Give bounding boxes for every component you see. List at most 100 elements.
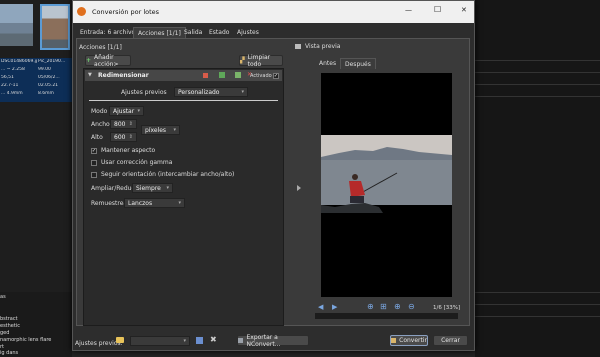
keep-aspect-checkbox[interactable]: ✓ Mantener aspecto: [91, 147, 155, 154]
table-cell: 22.7-11: [1, 83, 19, 88]
enlarge-select[interactable]: Siempre ▾: [132, 183, 173, 193]
preview-tabs: Antes Después: [315, 58, 465, 69]
height-value: 600: [114, 133, 126, 141]
tab-estado[interactable]: Estado: [205, 27, 233, 38]
photo-sea: [321, 160, 452, 205]
convert-label: Convertir: [399, 337, 427, 344]
checkbox-box[interactable]: [91, 171, 97, 178]
app-logo-icon: [77, 7, 86, 16]
fit-icon[interactable]: ⊞: [380, 302, 387, 311]
chevron-down-icon: ▾: [178, 200, 181, 206]
prev-icon[interactable]: ◀: [318, 303, 323, 311]
export-nconvert-button[interactable]: Exportar a NConvert...: [237, 334, 309, 348]
height-label: Alto: [91, 134, 103, 141]
actions-header: Acciones [1/1]: [79, 44, 122, 51]
presets-value: Personalizado: [178, 88, 220, 96]
tab-ajustes[interactable]: Ajustes: [233, 27, 263, 38]
photo-trousers: [350, 196, 364, 203]
save-icon[interactable]: [196, 337, 203, 344]
tab-before[interactable]: Antes: [315, 58, 340, 69]
chevron-down-icon: ▾: [173, 127, 176, 133]
table-cell: ... 4.9mm: [1, 91, 23, 96]
checkbox-box[interactable]: ✓: [91, 147, 97, 154]
broom-icon: ▞: [240, 57, 245, 64]
width-spinbox[interactable]: 800 ⇕: [110, 119, 137, 129]
width-value: 800: [114, 120, 126, 128]
bottom-presets-select[interactable]: ▾: [130, 336, 190, 346]
table-cell: ... ~ 2.258: [1, 67, 25, 72]
splitter-handle[interactable]: [297, 185, 301, 191]
move-down-icon[interactable]: [219, 72, 225, 78]
list-item[interactable]: esthetic: [0, 323, 20, 329]
maximize-button[interactable]: ☐: [434, 5, 441, 14]
presets-select[interactable]: Personalizado ▾: [174, 87, 248, 97]
table-cell: Pic_20190...: [38, 59, 66, 64]
enabled-checkbox[interactable]: ✓: [273, 73, 279, 79]
list-header: as: [0, 294, 6, 300]
page-info: 1/6 [33%]: [433, 305, 461, 311]
height-spinbox[interactable]: 600 ⇕: [110, 132, 137, 142]
action-name: Redimensionar: [98, 72, 149, 79]
close-dialog-button[interactable]: Cerrar: [433, 335, 468, 346]
chevron-down-icon: ▾: [183, 338, 186, 344]
keep-aspect-label: Mantener aspecto: [101, 147, 156, 154]
collapse-triangle-icon[interactable]: ▼: [88, 72, 92, 78]
list-item[interactable]: namorphic lens flare: [0, 337, 51, 343]
background-right: [475, 0, 600, 357]
list-item[interactable]: ig dans: [0, 350, 18, 356]
delete-preset-icon[interactable]: ✖: [210, 335, 217, 344]
resample-select[interactable]: Lanczos ▾: [124, 198, 185, 208]
add-icon: +: [86, 57, 92, 64]
clear-all-label: Limpiar todo: [247, 53, 271, 68]
preview-title: Vista previa: [305, 43, 341, 50]
zoom-in-icon[interactable]: ⊕: [367, 302, 374, 311]
convert-button[interactable]: Convertir: [390, 335, 428, 346]
list-item[interactable]: ged: [0, 330, 9, 336]
table-cell: 99.00: [38, 67, 51, 72]
thumbnail-2[interactable]: [40, 4, 70, 50]
tab-salida[interactable]: Salida: [180, 27, 206, 38]
checkbox-box[interactable]: [91, 159, 97, 166]
zoom-in-icon[interactable]: ⊕: [394, 302, 401, 311]
table-cell: 8.6mm: [38, 91, 54, 96]
presets-label: Ajustes previos: [121, 89, 167, 96]
unit-select[interactable]: píxeles ▾: [141, 125, 180, 135]
orientation-checkbox[interactable]: Seguir orientación (intercambiar ancho/a…: [91, 171, 234, 178]
close-label: Cerrar: [441, 337, 460, 344]
gamma-label: Usar corrección gamma: [101, 159, 173, 166]
table-cell: 02.05.21: [38, 83, 59, 88]
spin-arrows-icon[interactable]: ⇕: [129, 134, 133, 140]
minimize-button[interactable]: —: [405, 6, 412, 14]
resample-value: Lanczos: [128, 199, 153, 207]
close-button[interactable]: ✕: [461, 6, 467, 14]
copy-icon[interactable]: [235, 72, 241, 78]
convert-icon: [391, 338, 397, 343]
enabled-label: Activado: [250, 73, 272, 79]
clear-all-button[interactable]: ▞ Limpiar todo: [239, 53, 283, 68]
tab-after[interactable]: Después: [340, 58, 376, 69]
action-item-header[interactable]: ▼ Redimensionar ✕ Activado ✓: [85, 70, 282, 81]
file-info-table: DSC01486069.jpg Pic_20190... ... ~ 2.258…: [0, 58, 72, 102]
move-up-icon[interactable]: [203, 73, 208, 78]
tab-acciones[interactable]: Acciones [1/1]: [133, 27, 186, 38]
thumbnail-1[interactable]: [0, 4, 33, 46]
next-icon[interactable]: ▶: [332, 303, 337, 311]
spin-arrows-icon[interactable]: ⇕: [129, 121, 133, 127]
table-cell: DSC01486069.jpg: [1, 59, 37, 64]
folder-icon[interactable]: [116, 337, 124, 343]
mode-value: Ajustar: [113, 107, 135, 115]
unit-value: píxeles: [145, 126, 167, 134]
batch-convert-dialog: Conversión por lotes — ☐ ✕ Entrada: 6 ar…: [72, 0, 475, 351]
add-action-label: Añadir acción>: [94, 53, 119, 68]
enlarge-value: Siempre: [136, 184, 161, 192]
zoom-out-icon[interactable]: ⊖: [408, 302, 415, 311]
mode-select[interactable]: Ajustar ▾: [109, 106, 144, 116]
preview-scrollbar[interactable]: [315, 313, 458, 319]
photo-head: [352, 174, 358, 180]
background-list: as bstract esthetic ged namorphic lens f…: [0, 292, 72, 357]
add-action-button[interactable]: + Añadir acción>: [85, 53, 131, 68]
chevron-down-icon: ▾: [166, 185, 169, 191]
list-item[interactable]: bstract: [0, 316, 18, 322]
mode-label: Modo: [91, 108, 108, 115]
gamma-checkbox[interactable]: Usar corrección gamma: [91, 159, 172, 166]
